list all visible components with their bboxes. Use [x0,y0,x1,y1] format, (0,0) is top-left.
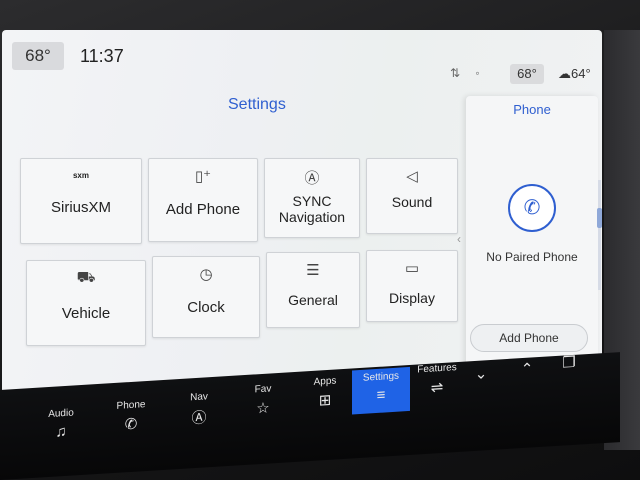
tile-label: Sound [391,194,433,210]
chevron-up-icon: ⌃ [520,360,534,379]
phone-panel-title: Phone [513,102,551,117]
tile-siriusxm[interactable]: sxm SiriusXM [20,158,142,244]
navigation-icon: Ⓐ [191,409,207,428]
tile-label: Add Phone [165,201,241,218]
tile-label: Vehicle [61,305,111,322]
tile-vehicle[interactable]: ⛟ Vehicle [26,260,146,346]
nav-phone[interactable]: Phone ✆ [100,398,162,450]
chevron-down-button[interactable]: ⌄ [456,355,506,406]
sliders-icon: ☰ [306,262,320,279]
copy-icon: ❐ [562,353,576,372]
display-icon: ▭ [404,260,420,277]
tile-label: SiriusXM [50,199,111,216]
tile-clock[interactable]: ◷ Clock [152,256,260,338]
screen: 68° 11:37 ⇅ ◦ 68° ☁64° Settings sxm Siri… [2,30,602,402]
tile-label: Display [389,290,435,306]
clock-icon: ◷ [199,266,213,283]
tile-label: Clock [187,299,225,316]
tile-general[interactable]: ☰ General [266,252,360,328]
nav-audio[interactable]: Audio ♫ [30,406,92,458]
tile-display[interactable]: ▭ Display [366,250,458,322]
tile-sound[interactable]: ◁ Sound [366,158,458,234]
sliders-icon: ≡ [376,386,386,404]
nav-nav[interactable]: Nav Ⓐ [168,390,230,442]
chevron-up-button[interactable]: ⌃ [502,350,552,401]
music-icon: ♫ [55,422,67,441]
navigation-icon: Ⓐ [304,170,320,187]
siriusxm-logo: sxm [72,171,89,180]
tile-label: SYNC Navigation [278,193,346,225]
phone-status: No Paired Phone [486,250,578,264]
scrollbar-thumb[interactable] [597,208,602,228]
star-icon: ☆ [256,399,270,418]
scrollbar-track[interactable] [598,180,601,290]
nav-fav[interactable]: Fav ☆ [232,382,294,434]
copy-button[interactable]: ❐ [546,344,592,395]
phone-icon: ✆ [124,415,138,434]
apps-grid-icon: ⊞ [318,391,332,410]
vehicle-icon: ⛟ [76,269,96,286]
speaker-icon: ◁ [406,168,418,185]
tile-add-phone[interactable]: ▯⁺ Add Phone [148,158,258,242]
chevron-down-icon: ⌄ [474,365,488,383]
tile-label: General [288,292,338,308]
phone-icon[interactable]: ✆ [508,184,556,232]
nav-apps[interactable]: Apps ⊞ [294,374,356,426]
tile-sync-navigation[interactable]: Ⓐ SYNC Navigation [264,158,360,238]
phone-plus-icon: ▯⁺ [194,168,212,185]
chevron-left-icon[interactable]: ‹ [457,232,461,246]
nav-settings[interactable]: Settings ≡ [352,366,410,415]
